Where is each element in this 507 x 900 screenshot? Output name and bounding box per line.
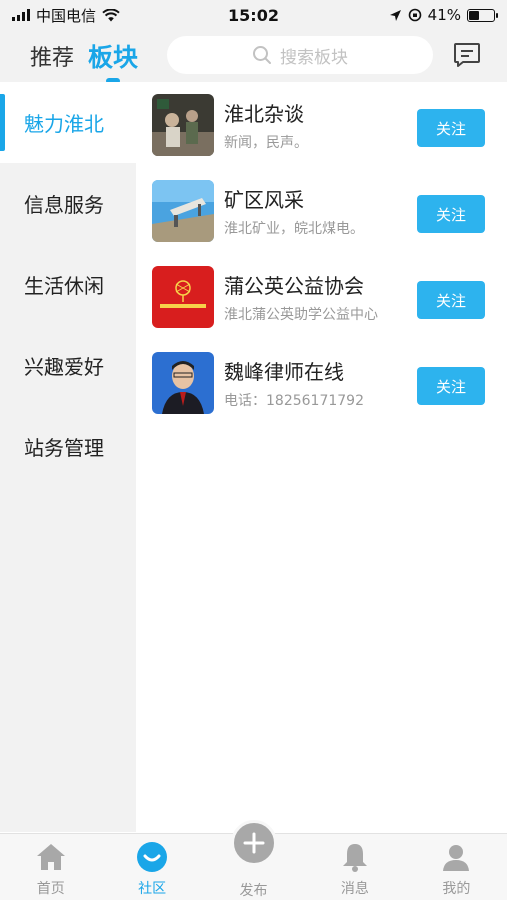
- battery-level: [469, 10, 479, 20]
- bottom-tab-bar: 首页 社区 发布 消息 我的: [0, 820, 507, 900]
- board-title: 蒲公英公益协会: [224, 274, 364, 298]
- board-row[interactable]: 蒲公英公益协会 淮北蒲公英助学公益中心 关注: [136, 254, 507, 340]
- tab-messages-label: 消息: [340, 881, 369, 897]
- board-info: 淮北杂谈 新闻，民声。: [224, 98, 404, 152]
- board-row[interactable]: 淮北杂谈 新闻，民声。 关注: [136, 82, 507, 168]
- sidebar-item-info-service[interactable]: 信息服务: [0, 163, 136, 244]
- top-header: 推荐 板块 搜索板块: [0, 30, 507, 82]
- follow-button[interactable]: 关注: [417, 109, 485, 147]
- home-icon: [34, 840, 68, 874]
- board-description: 电话：18256171792: [224, 393, 364, 409]
- location-icon: [389, 9, 401, 21]
- search-icon: [253, 46, 271, 64]
- tab-home[interactable]: 首页: [0, 834, 101, 900]
- orientation-lock-icon: [408, 8, 421, 22]
- follow-button[interactable]: 关注: [417, 195, 485, 233]
- signal-icon: [12, 9, 30, 21]
- board-row[interactable]: 矿区风采 淮北矿业，皖北煤电。 关注: [136, 168, 507, 254]
- wifi-icon: [102, 8, 120, 21]
- follow-button[interactable]: 关注: [417, 281, 485, 319]
- message-icon[interactable]: [453, 42, 481, 68]
- plus-icon: [230, 820, 277, 866]
- board-thumbnail: [152, 266, 214, 328]
- tab-community-label: 社区: [138, 881, 167, 897]
- search-placeholder: 搜索板块: [280, 47, 348, 68]
- board-list: 淮北杂谈 新闻，民声。 关注 矿区风采 淮北矿业，皖北煤电。 关注 蒲公英公益协…: [136, 82, 507, 426]
- status-bar: 中国电信 15:02 41%: [0, 0, 507, 30]
- category-sidebar: 魅力淮北 信息服务 生活休闲 兴趣爱好 站务管理: [0, 82, 136, 832]
- sidebar-item-site-admin[interactable]: 站务管理: [0, 406, 136, 487]
- tab-mine[interactable]: 我的: [406, 834, 507, 900]
- board-info: 矿区风采 淮北矿业，皖北煤电。: [224, 184, 404, 238]
- tab-publish-label: 发布: [239, 883, 268, 899]
- board-thumbnail: [152, 352, 214, 414]
- status-left: 中国电信: [12, 5, 120, 26]
- board-title: 矿区风采: [224, 188, 304, 212]
- board-info: 蒲公英公益协会 淮北蒲公英助学公益中心: [224, 270, 404, 324]
- board-description: 淮北蒲公英助学公益中心: [224, 307, 378, 323]
- follow-button[interactable]: 关注: [417, 367, 485, 405]
- tab-messages[interactable]: 消息: [304, 834, 405, 900]
- user-icon: [439, 840, 473, 874]
- tab-home-label: 首页: [36, 881, 65, 897]
- sidebar-item-charm-huaibei[interactable]: 魅力淮北: [0, 82, 136, 163]
- bell-icon: [338, 840, 372, 874]
- search-box[interactable]: 搜索板块: [167, 36, 433, 74]
- status-right: 41%: [389, 6, 498, 24]
- sidebar-item-hobbies[interactable]: 兴趣爱好: [0, 325, 136, 406]
- board-title: 魏峰律师在线: [224, 360, 344, 384]
- board-row[interactable]: 魏峰律师在线 电话：18256171792 关注: [136, 340, 507, 426]
- board-description: 新闻，民声。: [224, 135, 308, 151]
- battery-icon: [467, 8, 498, 22]
- community-icon: [135, 840, 169, 874]
- tab-recommend[interactable]: 推荐: [30, 40, 74, 72]
- board-description: 淮北矿业，皖北煤电。: [224, 221, 364, 237]
- battery-percent: 41%: [427, 6, 461, 24]
- board-thumbnail: [152, 180, 214, 242]
- carrier-label: 中国电信: [36, 6, 97, 25]
- board-thumbnail: [152, 94, 214, 156]
- tab-community[interactable]: 社区: [101, 834, 202, 900]
- tab-boards[interactable]: 板块: [88, 38, 138, 74]
- tab-publish[interactable]: 发布: [203, 820, 304, 900]
- sidebar-item-life-leisure[interactable]: 生活休闲: [0, 244, 136, 325]
- board-info: 魏峰律师在线 电话：18256171792: [224, 356, 404, 410]
- tab-mine-label: 我的: [442, 881, 471, 897]
- board-title: 淮北杂谈: [224, 102, 304, 126]
